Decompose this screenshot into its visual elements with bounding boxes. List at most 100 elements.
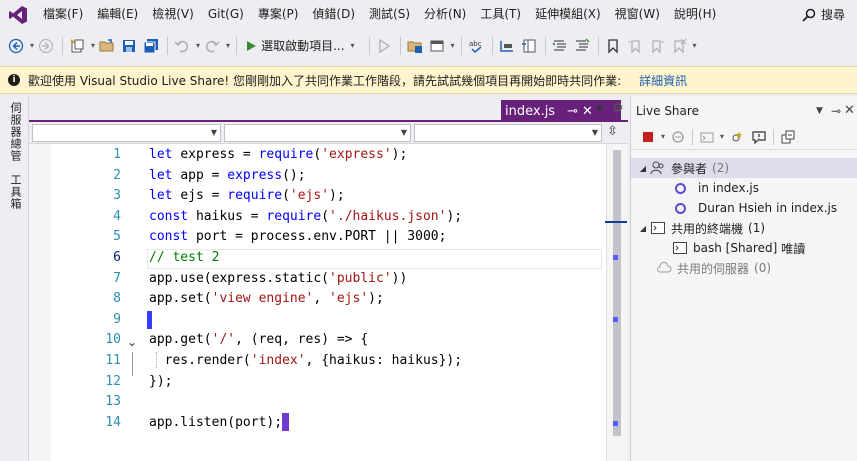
code-line[interactable]: 9 <box>51 310 606 331</box>
search-icon <box>802 8 816 22</box>
participant-row[interactable]: Duran Hsieh in index.js <box>631 198 857 218</box>
redo-dropdown-icon[interactable]: ▾ <box>226 41 230 50</box>
redo-button[interactable] <box>202 35 222 57</box>
vs-logo-icon[interactable] <box>0 0 36 29</box>
undo-button[interactable] <box>172 35 192 57</box>
open-folder-button[interactable] <box>405 35 425 57</box>
prev-bookmark-button[interactable] <box>625 35 645 57</box>
spell-check-button[interactable]: abc <box>466 35 486 57</box>
expanded-chevron-icon[interactable]: ◢ <box>637 164 649 173</box>
code-line[interactable]: 2 let app = express(); <box>51 166 606 187</box>
request-help-button[interactable] <box>748 127 770 147</box>
server-explorer-tab[interactable]: 伺服器總管 <box>7 102 23 162</box>
start-debugging-button[interactable]: 選取啟動項目... ▾ <box>241 35 360 57</box>
start-without-debugging-button[interactable] <box>374 35 394 57</box>
bookmark-button[interactable] <box>603 35 623 57</box>
expanded-chevron-icon[interactable]: ◢ <box>637 224 649 233</box>
menu-help[interactable]: 說明(H) <box>667 0 723 29</box>
step-into-button[interactable] <box>497 35 517 57</box>
menu-tools[interactable]: 工具(T) <box>473 0 528 29</box>
new-dropdown-icon[interactable]: ▾ <box>91 41 95 50</box>
layout-dropdown-icon[interactable]: ▾ <box>451 41 455 50</box>
split-editor-icon[interactable]: ⇳ <box>607 124 618 139</box>
start-dropdown-icon[interactable]: ▾ <box>351 41 355 50</box>
code-token: ( <box>282 188 290 204</box>
stop-session-button[interactable] <box>637 127 659 147</box>
code-line[interactable]: 6 // test 2 <box>51 248 606 269</box>
open-file-button[interactable] <box>97 35 117 57</box>
tab-list-dropdown-icon[interactable]: ▼ <box>596 104 603 114</box>
code-line[interactable]: 8 app.set('view engine', 'ejs'); <box>51 289 606 310</box>
toolbar-overflow-icon[interactable]: ▾ <box>693 41 697 50</box>
menu-git[interactable]: Git(G) <box>201 0 251 29</box>
menu-debug[interactable]: 偵錯(D) <box>305 0 362 29</box>
shared-servers-node[interactable]: 共用的伺服器 (0) <box>631 258 857 278</box>
code-line[interactable]: 14 app.listen(port); <box>51 413 606 434</box>
menu-project[interactable]: 專案(P) <box>251 0 306 29</box>
menu-test[interactable]: 測試(S) <box>362 0 417 29</box>
uncomment-lines-button[interactable] <box>572 35 592 57</box>
code-line[interactable]: 12}); <box>51 372 606 393</box>
navigation-bar: ▼ ▼ ▼ ⇳ <box>29 122 628 144</box>
next-bookmark-button[interactable] <box>647 35 667 57</box>
vertical-scrollbar[interactable] <box>605 144 628 461</box>
play-icon <box>247 40 257 51</box>
line-number: 10 <box>105 332 121 348</box>
save-button[interactable] <box>119 35 139 57</box>
project-dropdown[interactable]: ▼ <box>32 124 221 142</box>
fold-chevron-icon[interactable]: ⌄ <box>127 335 137 349</box>
close-tab-icon[interactable]: ✕ <box>582 104 593 119</box>
close-icon[interactable]: ✕ <box>844 103 855 118</box>
clear-bookmarks-button[interactable] <box>669 35 689 57</box>
back-dropdown-icon[interactable]: ▾ <box>30 41 34 50</box>
menu-view[interactable]: 檢視(V) <box>145 0 201 29</box>
terminal-dropdown-icon[interactable]: ▾ <box>720 132 724 141</box>
panel-dropdown-icon[interactable]: ▼ <box>816 106 823 116</box>
menu-file[interactable]: 檔案(F) <box>36 0 90 29</box>
menu-window[interactable]: 視窗(W) <box>608 0 667 29</box>
indicator-margin <box>29 144 51 461</box>
share-server-button[interactable] <box>667 127 689 147</box>
undo-dropdown-icon[interactable]: ▾ <box>196 41 200 50</box>
gear-icon[interactable]: ⚙ <box>612 101 624 116</box>
toolbox-tab[interactable]: 工具箱 <box>7 174 23 210</box>
comment-lines-button[interactable] <box>550 35 570 57</box>
stop-dropdown-icon[interactable]: ▾ <box>661 132 665 141</box>
menu-extensions[interactable]: 延伸模組(X) <box>528 0 608 29</box>
back-button[interactable] <box>6 35 26 57</box>
folder-icon <box>407 41 422 53</box>
tab-label: index.js <box>505 103 556 119</box>
forward-button[interactable] <box>36 35 56 57</box>
type-dropdown[interactable]: ▼ <box>224 124 411 142</box>
code-line[interactable]: 7 app.use(express.static('public')) <box>51 269 606 290</box>
save-all-button[interactable] <box>141 35 161 57</box>
shared-terminals-node[interactable]: ◢ 共用的終端機 (1) <box>631 218 857 238</box>
participant-row[interactable]: in index.js <box>631 178 857 198</box>
focus-participants-button[interactable] <box>726 127 748 147</box>
code-line[interactable]: 5 const port = process.env.PORT || 3000; <box>51 227 606 248</box>
pin-icon[interactable]: ⊸ <box>567 104 578 119</box>
share-terminal-button[interactable] <box>696 127 718 147</box>
terminal-row[interactable]: bash [Shared] 唯讀 <box>631 238 857 258</box>
code-line[interactable]: 4 const haikus = require('./haikus.json')… <box>51 207 606 228</box>
menu-analyze[interactable]: 分析(N) <box>417 0 473 29</box>
new-project-button[interactable] <box>67 35 87 57</box>
learn-more-link[interactable]: 詳細資訊 <box>639 72 687 89</box>
scrollbar-thumb[interactable] <box>613 150 621 436</box>
member-dropdown[interactable]: ▼ <box>414 124 602 142</box>
code-line[interactable]: 1 let express = require('express'); <box>51 145 606 166</box>
code-token: 'express' <box>321 147 392 162</box>
code-line[interactable]: 3 let ejs = require('ejs'); <box>51 186 606 207</box>
search-box[interactable]: 搜尋 <box>802 0 845 29</box>
line-number: 2 <box>113 167 121 183</box>
participants-node[interactable]: ◢ 參與者 (2) <box>631 158 857 178</box>
layout-button[interactable] <box>427 35 447 57</box>
menu-edit[interactable]: 編輯(E) <box>90 0 145 29</box>
code-line[interactable]: 11 res.render('index', {haikus: haikus})… <box>51 351 606 372</box>
pin-icon[interactable]: ⊸ <box>831 104 841 118</box>
code-line[interactable]: 13 <box>51 392 606 413</box>
column-button[interactable] <box>519 35 539 57</box>
collapse-all-button[interactable] <box>777 127 799 147</box>
tab-index-js[interactable]: index.js ⊸ ✕ <box>501 100 621 122</box>
code-editor[interactable]: 1 let express = require('express'); 2 let a… <box>29 144 606 461</box>
